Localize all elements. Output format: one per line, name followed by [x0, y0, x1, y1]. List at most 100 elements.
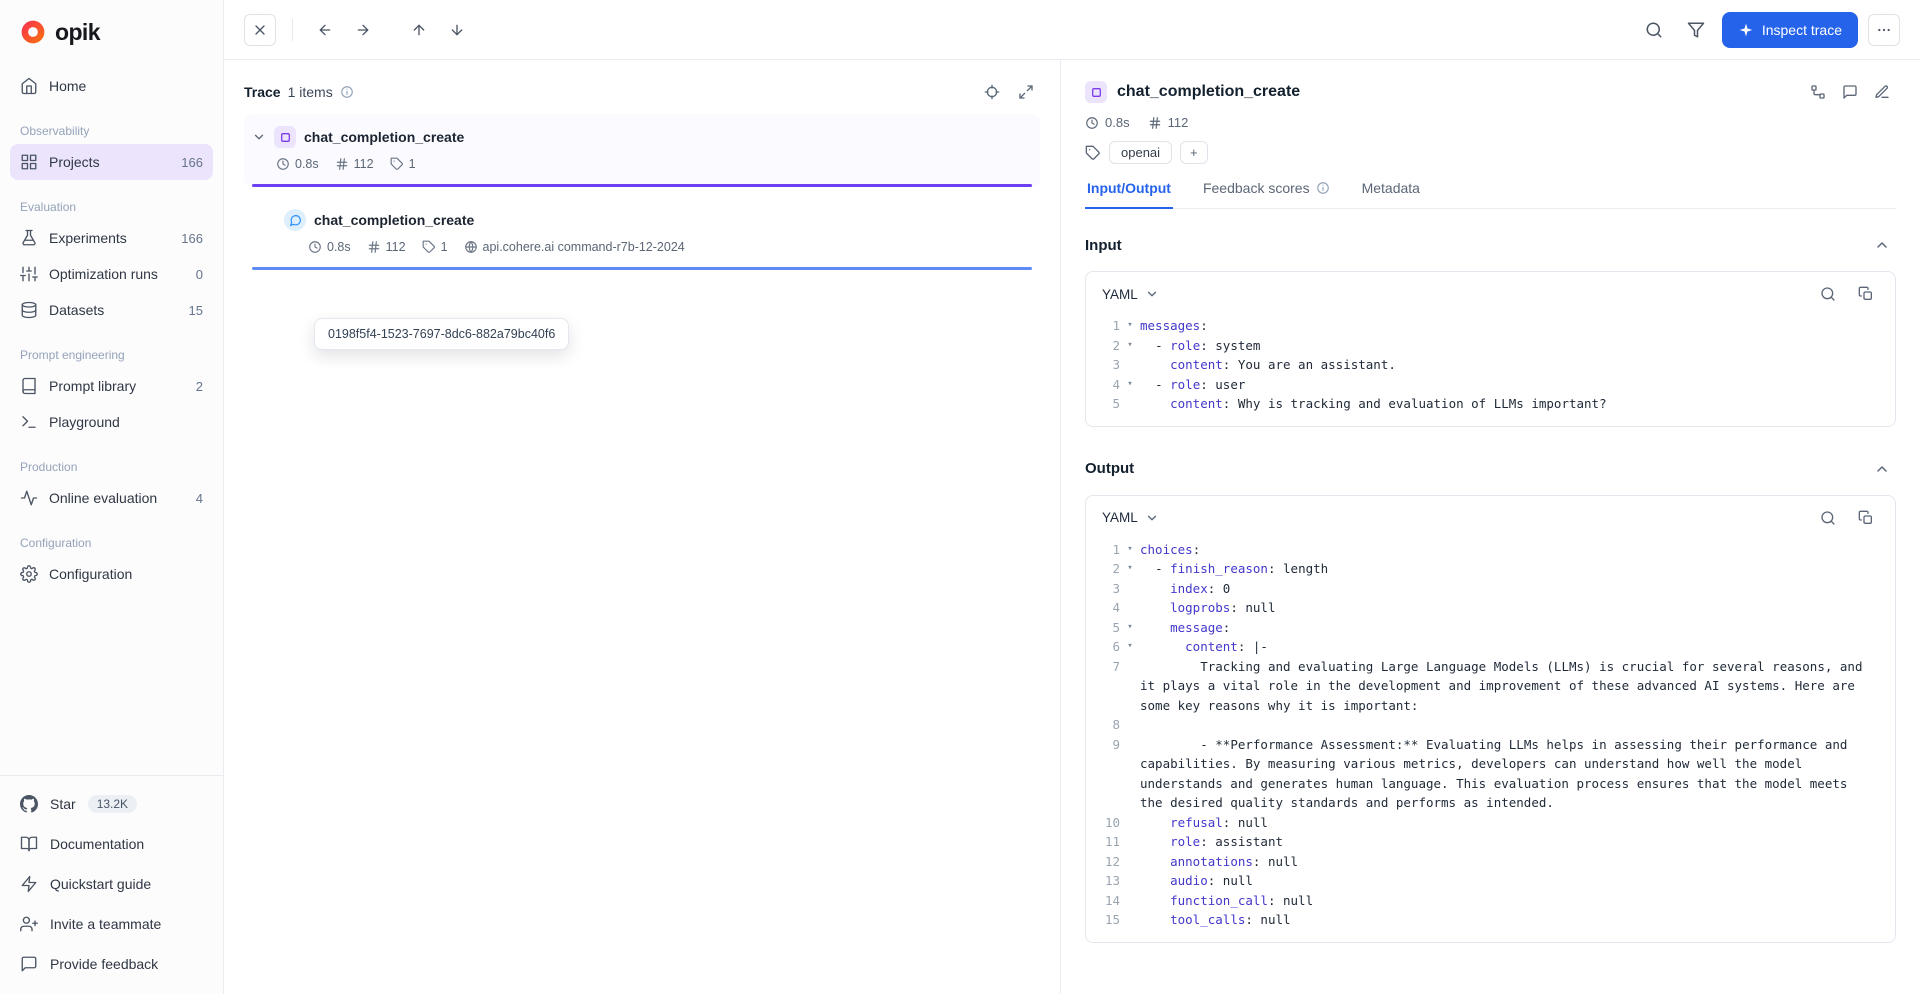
hash-icon — [367, 240, 381, 254]
view-graph-button[interactable] — [1804, 78, 1832, 106]
fold-chevron-icon[interactable]: ▾ — [1120, 559, 1140, 579]
focus-selected-button[interactable] — [978, 78, 1006, 106]
trace-detail-panel: chat_completion_create — [1060, 60, 1920, 994]
sidebar-item-label: Experiments — [49, 230, 127, 246]
tag-meta: 1 — [390, 157, 416, 171]
copy-icon — [1858, 286, 1874, 302]
sidebar-item-label: Prompt library — [49, 378, 136, 394]
code-text — [1140, 715, 1895, 735]
filter-icon — [1687, 21, 1705, 39]
code-text: index: 0 — [1140, 579, 1895, 599]
fold-chevron-icon[interactable]: ▾ — [1120, 540, 1140, 560]
sidebar-item-home[interactable]: Home — [10, 68, 213, 104]
code-line: 4▾ logprobs: null — [1086, 598, 1895, 618]
output-section-header: Output — [1085, 455, 1896, 483]
code-line: 1▾choices: — [1086, 540, 1895, 560]
fold-chevron-icon[interactable]: ▾ — [1120, 316, 1140, 336]
sidebar-item-label: Online evaluation — [49, 490, 157, 506]
duration-value: 0.8s — [1105, 115, 1130, 130]
sidebar-item-playground[interactable]: Playground — [10, 404, 213, 440]
format-select[interactable]: YAML — [1098, 285, 1163, 304]
fold-chevron-icon[interactable]: ▾ — [1120, 637, 1140, 657]
add-tag-button[interactable]: + — [1180, 141, 1208, 164]
tag-meta: 1 — [422, 240, 448, 254]
chevron-down-icon — [1145, 287, 1159, 301]
collapse-output-button[interactable] — [1868, 455, 1896, 483]
sidebar-item-label: Home — [49, 78, 86, 94]
database-icon — [20, 301, 38, 319]
sidebar-item-provide-feedback[interactable]: Provide feedback — [10, 944, 213, 984]
prev-span-button[interactable] — [403, 14, 435, 46]
edit-button[interactable] — [1868, 78, 1896, 106]
chevron-down-icon[interactable] — [252, 130, 266, 144]
sidebar-item-projects[interactable]: Projects 166 — [10, 144, 213, 180]
collapse-input-button[interactable] — [1868, 231, 1896, 259]
add-comment-button[interactable] — [1836, 78, 1864, 106]
pen-icon — [1874, 84, 1890, 100]
next-trace-button[interactable] — [347, 14, 379, 46]
detail-meta: 0.8s 112 — [1085, 115, 1896, 130]
format-select[interactable]: YAML — [1098, 508, 1163, 527]
sidebar-item-quickstart-guide[interactable]: Quickstart guide — [10, 864, 213, 904]
sidebar-item-experiments[interactable]: Experiments 166 — [10, 220, 213, 256]
close-button[interactable] — [244, 14, 276, 46]
sidebar-item-datasets[interactable]: Datasets 15 — [10, 292, 213, 328]
tag-chip-openai[interactable]: openai — [1109, 141, 1172, 164]
search-in-code-button[interactable] — [1817, 507, 1839, 529]
input-code-block: 1▾messages:2▾ - role: system3▾ content: … — [1086, 314, 1895, 416]
expand-tree-button[interactable] — [1012, 78, 1040, 106]
sidebar-item-documentation[interactable]: Documentation — [10, 824, 213, 864]
llm-span-icon — [284, 209, 306, 231]
sidebar-item-online-evaluation[interactable]: Online evaluation 4 — [10, 480, 213, 516]
inspect-trace-button[interactable]: Inspect trace — [1722, 12, 1858, 48]
tab-input-output[interactable]: Input/Output — [1085, 180, 1173, 209]
line-number: 3 — [1086, 579, 1120, 599]
code-text: choices: — [1140, 540, 1895, 560]
info-icon — [340, 85, 354, 99]
topbar-divider — [292, 19, 293, 41]
github-star-button[interactable]: Star 13.2K — [10, 784, 213, 824]
trace-header-actions — [978, 78, 1040, 106]
token-value: 112 — [354, 157, 374, 171]
code-text: content: |- — [1140, 637, 1895, 657]
tag-icon — [390, 157, 404, 171]
arrow-right-icon — [355, 22, 371, 38]
duration-meta: 0.8s — [276, 157, 319, 171]
clock-icon — [276, 157, 290, 171]
star-count-badge: 13.2K — [88, 795, 137, 813]
opik-logo[interactable]: opik — [0, 0, 223, 64]
globe-icon — [464, 240, 478, 254]
card-actions — [1817, 507, 1883, 529]
id-tooltip: 0198f5f4-1523-7697-8dc6-882a79bc40f6 — [314, 318, 569, 350]
line-number: 1 — [1086, 540, 1120, 560]
terminal-icon — [20, 413, 38, 431]
search-button[interactable] — [1638, 14, 1670, 46]
tab-metadata[interactable]: Metadata — [1360, 180, 1422, 209]
search-in-code-button[interactable] — [1817, 283, 1839, 305]
code-line: 7▾ Tracking and evaluating Large Languag… — [1086, 657, 1895, 716]
code-line: 2▾ - finish_reason: length — [1086, 559, 1895, 579]
more-actions-button[interactable] — [1868, 14, 1900, 46]
tag-icon — [422, 240, 436, 254]
github-icon — [20, 795, 38, 813]
copy-code-button[interactable] — [1855, 507, 1877, 529]
fold-chevron-icon[interactable]: ▾ — [1120, 336, 1140, 356]
fold-chevron-icon[interactable]: ▾ — [1120, 618, 1140, 638]
line-number: 9 — [1086, 735, 1120, 813]
fold-chevron-icon[interactable]: ▾ — [1120, 375, 1140, 395]
filter-button[interactable] — [1680, 14, 1712, 46]
sidebar-item-configuration[interactable]: Configuration — [10, 556, 213, 592]
copy-code-button[interactable] — [1855, 283, 1877, 305]
code-text: role: assistant — [1140, 832, 1895, 852]
sidebar-item-label: Datasets — [49, 302, 104, 318]
sidebar-item-optimization-runs[interactable]: Optimization runs 0 — [10, 256, 213, 292]
code-line: 3▾ index: 0 — [1086, 579, 1895, 599]
tab-feedback-scores[interactable]: Feedback scores — [1201, 180, 1332, 209]
trace-tree-item-span[interactable]: chat_completion_create 0.8s — [244, 197, 1040, 270]
prev-trace-button[interactable] — [309, 14, 341, 46]
user-plus-icon — [20, 915, 38, 933]
sidebar-item-invite-teammate[interactable]: Invite a teammate — [10, 904, 213, 944]
trace-tree-item-root[interactable]: chat_completion_create 0.8s — [244, 114, 1040, 187]
sidebar-item-prompt-library[interactable]: Prompt library 2 — [10, 368, 213, 404]
next-span-button[interactable] — [441, 14, 473, 46]
